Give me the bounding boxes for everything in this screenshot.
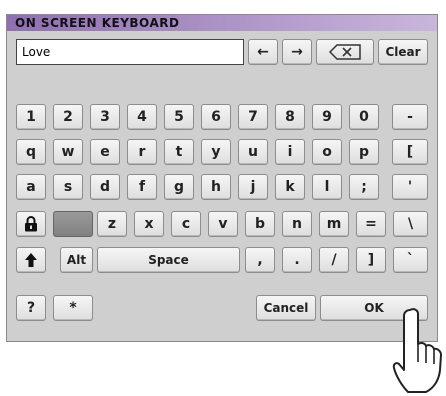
text-input[interactable] [17, 40, 243, 64]
key-a[interactable]: a [16, 174, 46, 200]
key-backslash[interactable]: \ [393, 211, 428, 237]
key-6[interactable]: 6 [201, 104, 231, 130]
key-equals[interactable]: = [356, 211, 386, 237]
window-title: ON SCREEN KEYBOARD [15, 16, 180, 30]
key-n[interactable]: n [282, 211, 312, 237]
key-o[interactable]: o [312, 139, 342, 165]
title-bar: ON SCREEN KEYBOARD [7, 15, 437, 31]
key-r[interactable]: r [127, 139, 157, 165]
key-w[interactable]: w [53, 139, 83, 165]
key-j[interactable]: j [238, 174, 268, 200]
lock-icon [25, 216, 37, 232]
clear-button[interactable]: Clear [378, 39, 428, 65]
text-input-field[interactable] [16, 39, 244, 65]
key-x[interactable]: x [134, 211, 164, 237]
shift-key[interactable] [16, 247, 46, 273]
key-k[interactable]: k [275, 174, 305, 200]
key-5[interactable]: 5 [164, 104, 194, 130]
space-key[interactable]: Space [97, 247, 240, 273]
help-key[interactable]: ? [16, 295, 46, 321]
pointing-hand-icon [392, 308, 442, 393]
key-right-bracket[interactable]: ] [356, 247, 386, 273]
key-backtick[interactable]: ` [393, 247, 428, 273]
key-d[interactable]: d [90, 174, 120, 200]
asterisk-key[interactable]: * [53, 295, 93, 321]
key-u[interactable]: u [238, 139, 268, 165]
left-arrow-icon: ← [257, 44, 269, 60]
left-arrow-key[interactable]: ← [248, 39, 278, 65]
right-arrow-icon: → [291, 44, 303, 60]
shift-arrow-icon [25, 253, 37, 267]
key-v[interactable]: v [208, 211, 238, 237]
right-arrow-key[interactable]: → [282, 39, 312, 65]
key-q[interactable]: q [16, 139, 46, 165]
key-t[interactable]: t [164, 139, 194, 165]
key-8[interactable]: 8 [275, 104, 305, 130]
backspace-key[interactable] [316, 39, 374, 65]
backspace-icon [329, 44, 361, 60]
key-l[interactable]: l [312, 174, 342, 200]
key-period[interactable]: . [282, 247, 312, 273]
key-b[interactable]: b [245, 211, 275, 237]
key-c[interactable]: c [171, 211, 201, 237]
key-minus[interactable]: - [392, 104, 428, 130]
key-3[interactable]: 3 [90, 104, 120, 130]
key-4[interactable]: 4 [127, 104, 157, 130]
key-y[interactable]: y [201, 139, 231, 165]
caps-lock-key[interactable] [16, 211, 46, 237]
key-9[interactable]: 9 [312, 104, 342, 130]
key-1[interactable]: 1 [16, 104, 46, 130]
key-m[interactable]: m [319, 211, 349, 237]
key-7[interactable]: 7 [238, 104, 268, 130]
key-s[interactable]: s [53, 174, 83, 200]
key-left-bracket[interactable]: [ [392, 139, 428, 165]
key-slash[interactable]: / [319, 247, 349, 273]
alt-key[interactable]: Alt [60, 247, 93, 273]
key-semicolon[interactable]: ; [349, 174, 379, 200]
key-f[interactable]: f [127, 174, 157, 200]
key-g[interactable]: g [164, 174, 194, 200]
key-h[interactable]: h [201, 174, 231, 200]
key-comma[interactable]: , [245, 247, 275, 273]
key-i[interactable]: i [275, 139, 305, 165]
key-p[interactable]: p [349, 139, 379, 165]
blank-key[interactable] [53, 211, 93, 237]
key-e[interactable]: e [90, 139, 120, 165]
cancel-button[interactable]: Cancel [256, 295, 316, 321]
key-z[interactable]: z [97, 211, 127, 237]
key-0[interactable]: 0 [349, 104, 379, 130]
key-apostrophe[interactable]: ' [392, 174, 428, 200]
key-2[interactable]: 2 [53, 104, 83, 130]
